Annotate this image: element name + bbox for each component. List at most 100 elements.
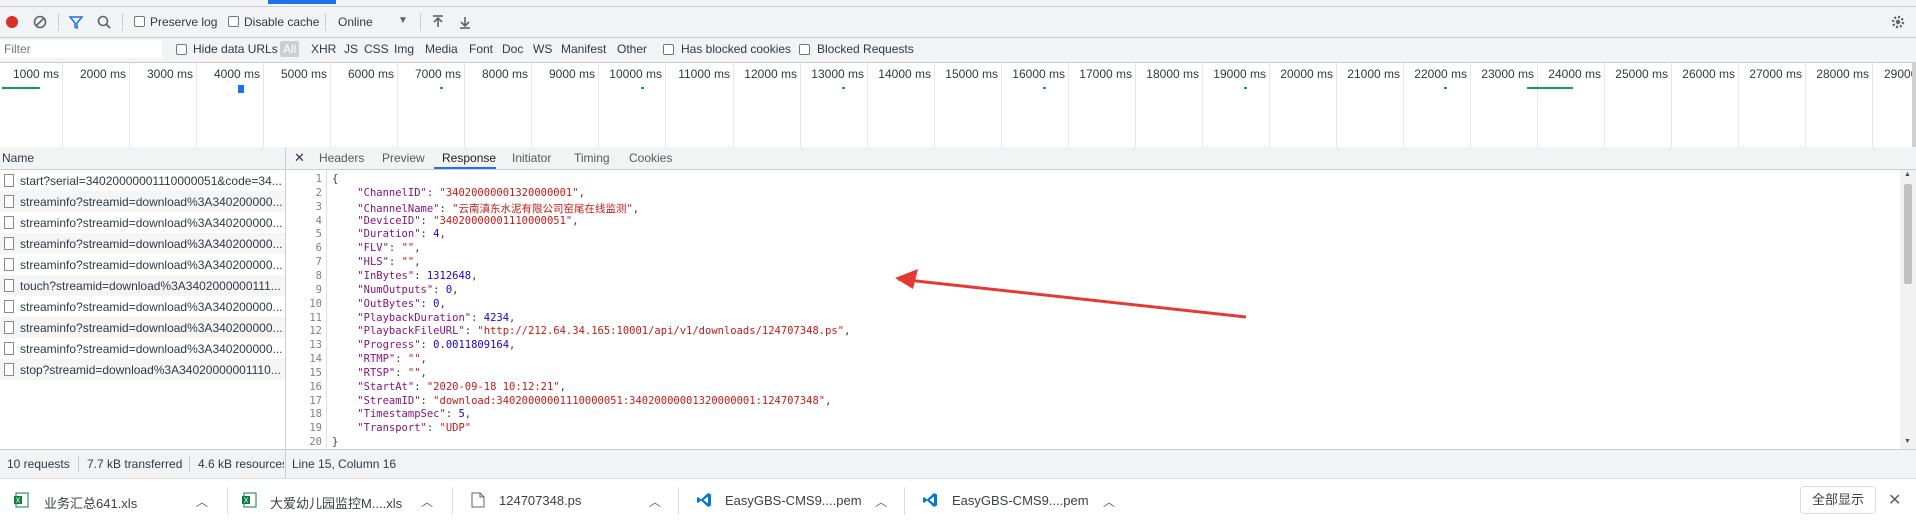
filter-input[interactable] [0, 40, 162, 58]
timeline-tick-label: 11000 ms [678, 67, 730, 81]
timeline-gridline [1738, 63, 1739, 147]
close-icon[interactable]: ✕ [1888, 490, 1901, 510]
request-file-icon [4, 279, 14, 292]
type-filter-font[interactable]: Font [469, 42, 493, 56]
json-value: "download:34020000001110000051:340200000… [433, 395, 826, 407]
tab-preview[interactable]: Preview [382, 151, 425, 165]
request-row[interactable]: streaminfo?streamid=download%3A340200000… [0, 212, 285, 233]
tab-timing[interactable]: Timing [574, 151, 610, 165]
json-brace: } [332, 436, 339, 448]
timeline-tick-label: 24000 ms [1548, 67, 1601, 81]
download-item[interactable]: EasyGBS-CMS9....pem ︿ [679, 479, 905, 522]
search-icon[interactable] [96, 14, 112, 30]
type-filter-manifest[interactable]: Manifest [561, 42, 606, 56]
json-comma: , [632, 203, 640, 215]
timeline-gridline [1001, 63, 1002, 147]
request-file-icon [4, 321, 14, 334]
request-row[interactable]: streaminfo?streamid=download%3A340200000… [0, 254, 285, 275]
type-filter-other[interactable]: Other [617, 42, 647, 56]
scroll-up-arrow-icon[interactable]: ▲ [1904, 171, 1911, 178]
request-row[interactable]: touch?streamid=download%3A3402000000111.… [0, 275, 285, 296]
filter-icon[interactable] [68, 14, 84, 30]
preserve-log-checkbox[interactable] [134, 16, 145, 27]
request-name: touch?streamid=download%3A3402000000111.… [20, 279, 281, 293]
request-file-icon [4, 237, 14, 250]
line-number: 8 [315, 270, 322, 282]
tab-cookies[interactable]: Cookies [629, 151, 672, 165]
type-filter-js[interactable]: JS [344, 42, 358, 56]
type-filter-xhr[interactable]: XHR [311, 42, 336, 56]
json-brace: { [332, 173, 339, 185]
vscode-file-icon [923, 493, 937, 507]
line-number: 10 [309, 298, 322, 310]
chevron-up-icon[interactable]: ︿ [875, 493, 887, 510]
code-line: "InBytes": 1312648, [357, 270, 478, 282]
download-item[interactable]: X 业务汇总641.xls ︿ [0, 479, 228, 522]
json-value: 1312648 [426, 270, 472, 282]
download-item[interactable]: 124707348.ps ︿ [453, 479, 679, 522]
type-filter-img[interactable]: Img [394, 42, 414, 56]
timeline-scroll-edge [1912, 63, 1916, 147]
import-har-icon[interactable] [430, 14, 446, 30]
request-file-icon [4, 174, 14, 187]
request-file-icon [4, 342, 14, 355]
show-all-downloads-button[interactable]: 全部显示 [1800, 486, 1876, 514]
status-divider [189, 456, 190, 472]
request-row[interactable]: streaminfo?streamid=download%3A340200000… [0, 317, 285, 338]
toolbar-divider [420, 13, 421, 31]
chevron-up-icon[interactable]: ︿ [421, 493, 433, 510]
json-comma: , [559, 381, 566, 393]
timeline-gridline [598, 63, 599, 147]
request-row[interactable]: streaminfo?streamid=download%3A340200000… [0, 191, 285, 212]
json-key: "ChannelName" [357, 203, 440, 215]
timeline-tick-label: 3000 ms [146, 67, 193, 81]
chevron-up-icon[interactable]: ︿ [196, 493, 208, 510]
scrollbar-thumb[interactable] [1904, 184, 1912, 284]
download-item[interactable]: X 大爱幼儿园监控M....xls ︿ [228, 479, 453, 522]
download-item[interactable]: EasyGBS-CMS9....pem ︿ [905, 479, 1132, 522]
request-row[interactable]: streaminfo?streamid=download%3A340200000… [0, 233, 285, 254]
request-row[interactable]: streaminfo?streamid=download%3A340200000… [0, 296, 285, 317]
type-filter-media[interactable]: Media [425, 42, 458, 56]
timeline-tick-label: 9000 ms [548, 67, 595, 81]
type-filter-all[interactable]: All [280, 41, 300, 57]
chevron-up-icon[interactable]: ︿ [649, 493, 661, 510]
type-filter-css[interactable]: CSS [364, 42, 389, 56]
chevron-up-icon[interactable]: ︿ [1103, 493, 1115, 510]
throttling-select[interactable]: Online ▼ [336, 13, 412, 31]
line-number-gutter: 1 2 3 4 5 6 7 8 9 10 11 12 13 14 15 16 17 18 19 20 [286, 170, 327, 449]
response-body-viewer[interactable]: 1 2 3 4 5 6 7 8 9 10 11 12 13 14 15 16 17 18 19 20 { "Chann… [286, 170, 1900, 449]
type-filter-ws[interactable]: WS [533, 42, 552, 56]
download-filename: 大爱幼儿园监控M....xls [270, 496, 403, 511]
blocked-requests-checkbox[interactable] [799, 44, 810, 55]
scroll-down-arrow-icon[interactable]: ▼ [1904, 438, 1911, 445]
timeline-gridline [196, 63, 197, 147]
vertical-scrollbar[interactable]: ▲ ▼ [1900, 170, 1916, 449]
line-number: 17 [309, 395, 322, 407]
request-row[interactable]: streaminfo?streamid=download%3A340200000… [0, 338, 285, 359]
json-comma: , [844, 325, 851, 337]
request-row[interactable]: start?serial=34020000001110000051&code=3… [0, 170, 285, 191]
disable-cache-checkbox[interactable] [228, 16, 239, 27]
settings-gear-icon[interactable] [1890, 14, 1906, 30]
tab-initiator[interactable]: Initiator [512, 151, 551, 165]
name-column-header[interactable]: Name [0, 147, 285, 170]
timeline-overview[interactable]: 1000 ms 2000 ms 3000 ms 4000 ms 5000 ms 6000 … [0, 63, 1916, 148]
timeline-tick-label: 10000 ms [609, 67, 662, 81]
json-key: "PlaybackDuration" [357, 312, 472, 324]
record-icon[interactable] [4, 14, 20, 30]
close-details-icon[interactable]: ✕ [294, 150, 305, 166]
json-comma: , [420, 367, 427, 379]
type-filter-doc[interactable]: Doc [502, 42, 523, 56]
toolbar-divider [58, 13, 59, 31]
line-number: 14 [309, 353, 322, 365]
blocked-cookies-checkbox[interactable] [663, 44, 674, 55]
clear-icon[interactable] [32, 14, 48, 30]
tab-headers[interactable]: Headers [319, 151, 364, 165]
request-row[interactable]: stop?streamid=download%3A34020000001110.… [0, 359, 285, 380]
line-number: 3 [315, 201, 322, 213]
code-line: "ChannelName": "云南滇东水泥有限公司窑尾在线监测", [357, 203, 640, 215]
hide-data-urls-checkbox[interactable] [176, 44, 187, 55]
export-har-icon[interactable] [457, 14, 473, 30]
tab-response[interactable]: Response [442, 151, 496, 165]
